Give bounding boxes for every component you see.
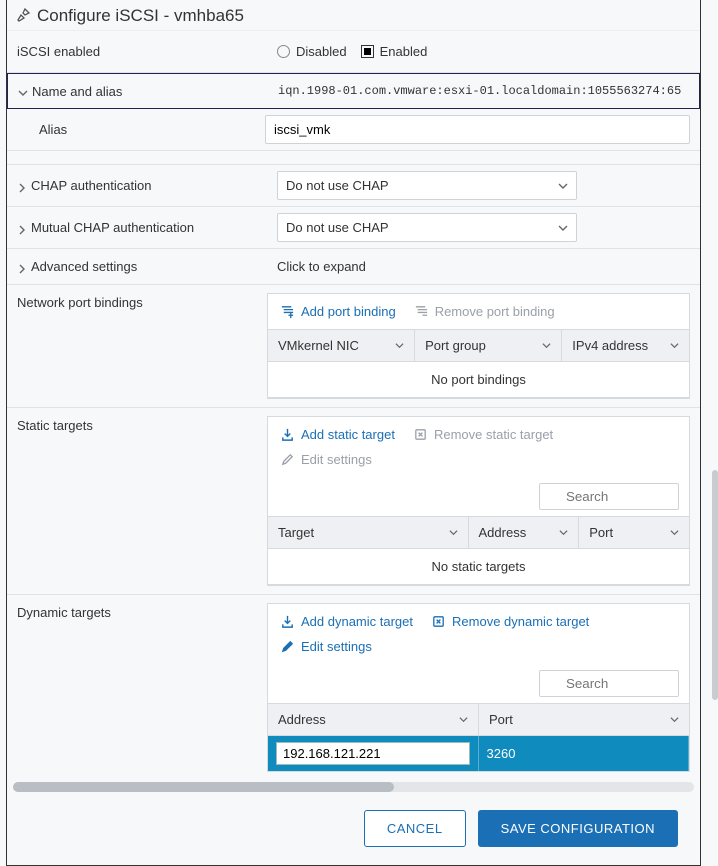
delete-icon <box>431 614 446 629</box>
cancel-button[interactable]: CANCEL <box>364 810 466 847</box>
edit-dynamic-settings[interactable]: Edit settings <box>280 639 372 654</box>
mutual-chap-select[interactable]: Do not use CHAP <box>277 213 577 242</box>
chevron-right-icon <box>17 262 27 272</box>
remove-icon <box>414 304 429 319</box>
port-bindings-label: Network port bindings <box>7 285 267 320</box>
horizontal-scrollbar[interactable] <box>13 782 694 792</box>
dynamic-targets-label: Dynamic targets <box>7 595 267 630</box>
chap-toggle[interactable]: CHAP authentication <box>7 170 267 201</box>
chap-select[interactable]: Do not use CHAP <box>277 171 577 200</box>
radio-icon <box>361 45 374 58</box>
chevron-down-icon <box>670 528 679 537</box>
col-portgroup[interactable]: Port group <box>415 330 562 361</box>
edit-static-settings: Edit settings <box>280 452 372 467</box>
dynamic-port-value: 3260 <box>487 746 516 761</box>
pencil-icon <box>280 639 295 654</box>
alias-label: Alias <box>7 114 255 145</box>
chevron-down-icon <box>558 181 568 191</box>
col-port[interactable]: Port <box>579 517 689 548</box>
dynamic-target-row[interactable]: 3260 <box>268 736 689 771</box>
remove-port-binding: Remove port binding <box>414 304 555 319</box>
chevron-right-icon <box>17 223 27 233</box>
name-alias-toggle[interactable]: Name and alias <box>8 76 268 107</box>
add-icon <box>280 304 295 319</box>
pencil-icon <box>280 452 295 467</box>
remove-dynamic-target[interactable]: Remove dynamic target <box>431 614 589 629</box>
alias-input[interactable] <box>265 115 690 144</box>
static-search-input[interactable] <box>539 483 679 510</box>
col-vmkernel[interactable]: VMkernel NIC <box>268 330 415 361</box>
chevron-down-icon <box>559 528 568 537</box>
radio-disabled[interactable]: Disabled <box>277 44 347 59</box>
col-ipv4[interactable]: IPv4 address <box>562 330 689 361</box>
dynamic-search-input[interactable] <box>539 670 679 697</box>
col-dyn-address[interactable]: Address <box>268 704 479 735</box>
radio-enabled[interactable]: Enabled <box>361 44 428 59</box>
pin-icon <box>15 7 31 26</box>
dialog-title: Configure iSCSI - vmhba65 <box>37 6 244 26</box>
col-dyn-port[interactable]: Port <box>479 704 689 735</box>
chevron-down-icon <box>558 223 568 233</box>
chevron-down-icon <box>18 86 28 96</box>
add-static-target[interactable]: Add static target <box>280 427 395 442</box>
iscsi-enabled-label: iSCSI enabled <box>7 36 267 67</box>
chevron-down-icon <box>449 528 458 537</box>
download-icon <box>280 614 295 629</box>
add-port-binding[interactable]: Add port binding <box>280 304 396 319</box>
static-targets-empty: No static targets <box>268 549 689 585</box>
chevron-down-icon <box>395 341 404 350</box>
save-configuration-button[interactable]: SAVE CONFIGURATION <box>478 810 678 847</box>
chevron-down-icon <box>670 715 679 724</box>
radio-icon <box>277 45 290 58</box>
dynamic-address-input[interactable] <box>276 742 470 765</box>
iqn-value: iqn.1998-01.com.vmware:esxi-01.localdoma… <box>278 84 681 98</box>
remove-static-target: Remove static target <box>413 427 553 442</box>
chevron-down-icon <box>670 341 679 350</box>
download-icon <box>280 427 295 442</box>
advanced-toggle[interactable]: Advanced settings <box>7 251 267 282</box>
static-targets-label: Static targets <box>7 408 267 443</box>
vertical-scrollbar[interactable] <box>712 470 718 700</box>
mutual-chap-toggle[interactable]: Mutual CHAP authentication <box>7 212 267 243</box>
delete-icon <box>413 427 428 442</box>
advanced-hint[interactable]: Click to expand <box>267 253 700 280</box>
col-target[interactable]: Target <box>268 517 469 548</box>
chevron-right-icon <box>17 181 27 191</box>
scrollbar-thumb[interactable] <box>13 782 394 792</box>
chevron-down-icon <box>459 715 468 724</box>
add-dynamic-target[interactable]: Add dynamic target <box>280 614 413 629</box>
col-address[interactable]: Address <box>469 517 580 548</box>
chevron-down-icon <box>542 341 551 350</box>
port-bindings-empty: No port bindings <box>268 362 689 398</box>
